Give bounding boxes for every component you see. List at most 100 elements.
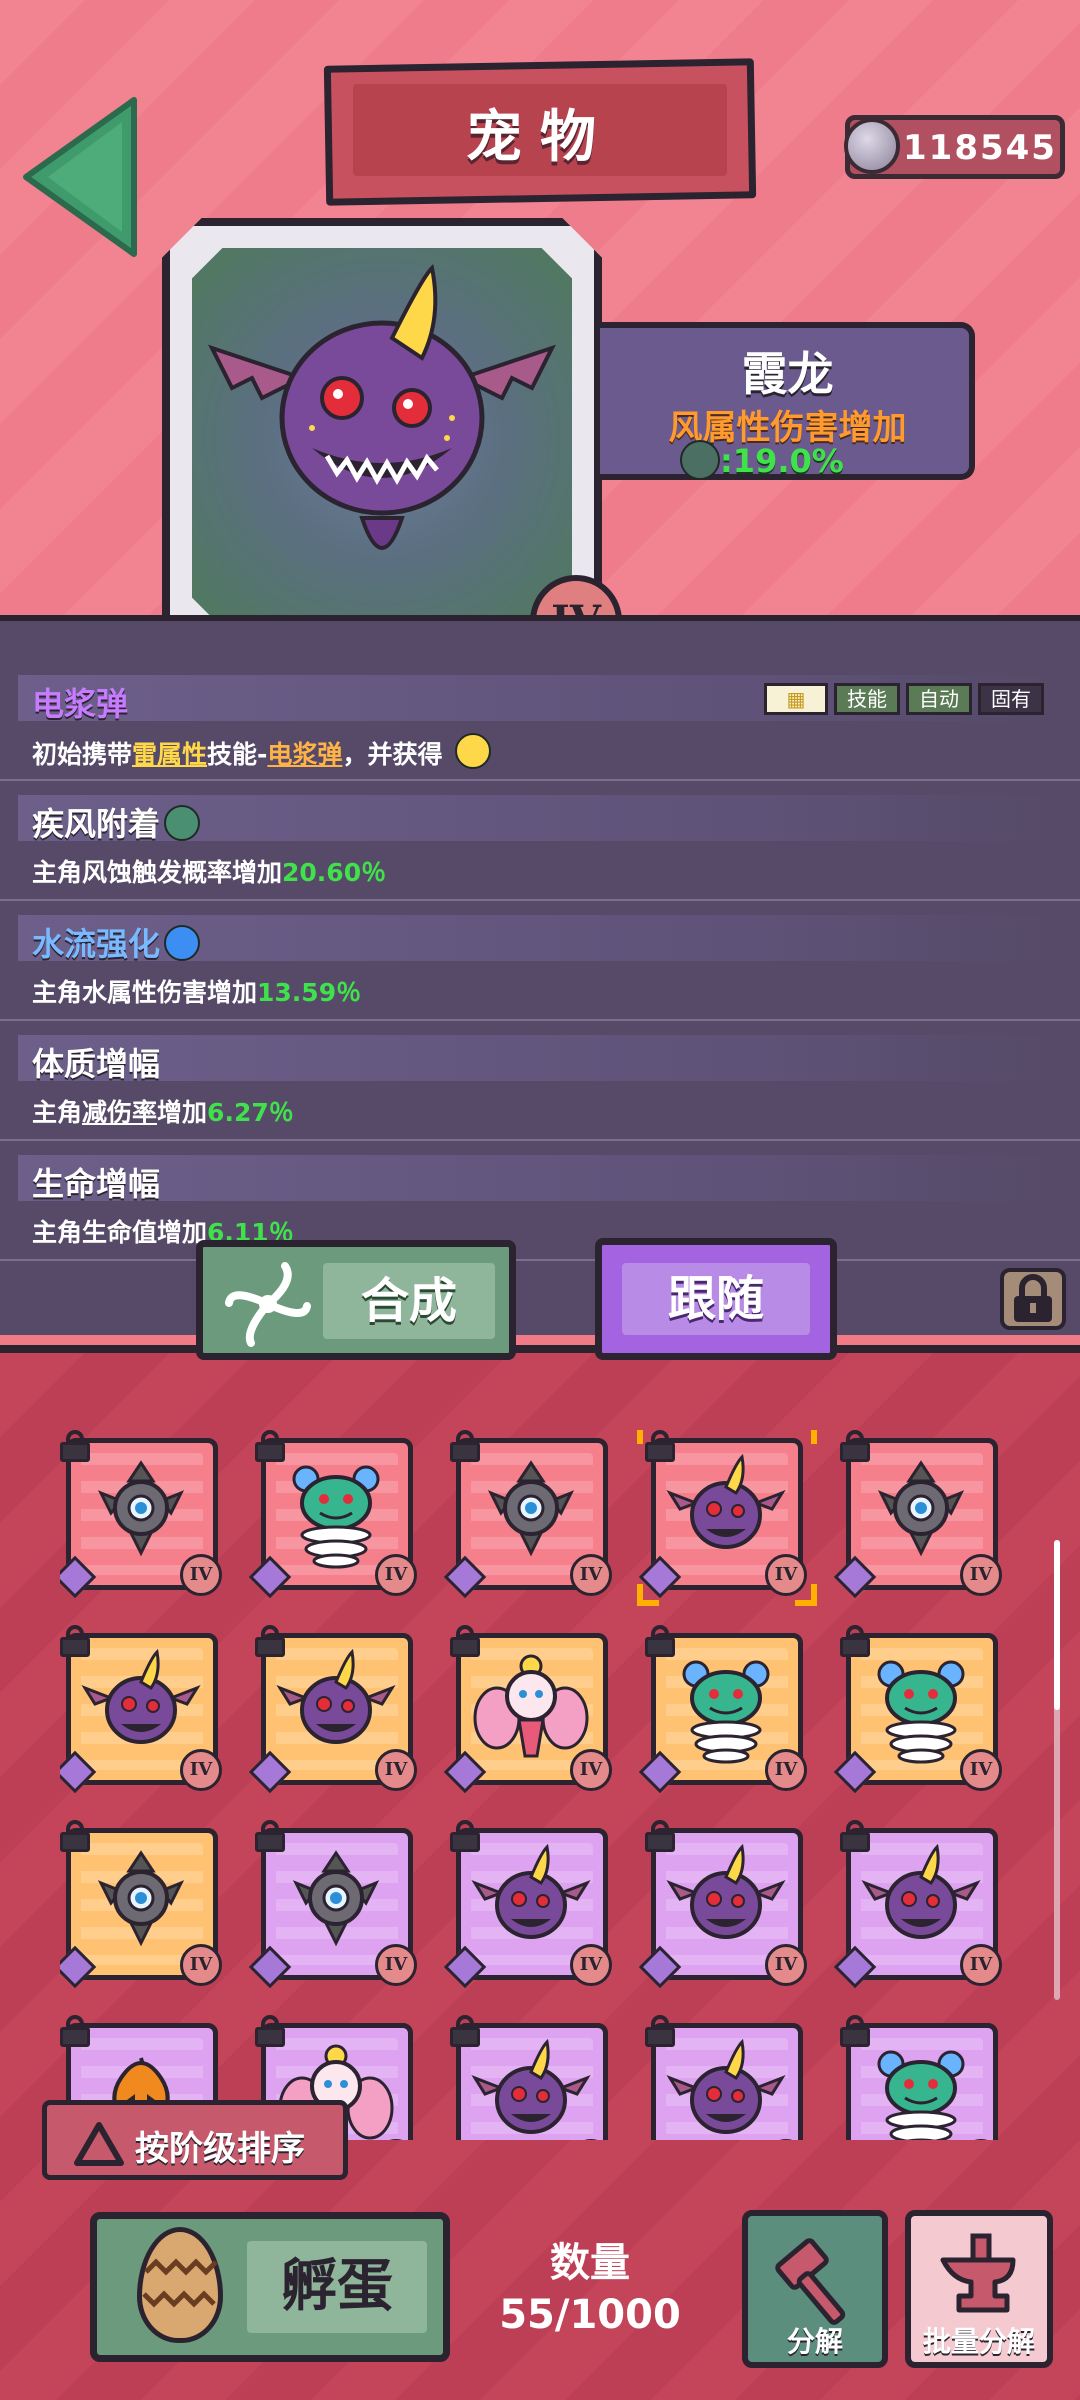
padlock-icon	[840, 2015, 870, 2047]
pet-grid: IVIVIVIVIVIVIVIVIVIVIVIVIVIVIVIVIVIVIVIV	[60, 1430, 1020, 2140]
pet-card[interactable]: IV	[833, 1820, 1002, 1989]
skill-description: 初始携带雷属性技能-电浆弹，并获得	[32, 733, 492, 771]
dragon-pet-icon	[666, 2038, 786, 2140]
skill-title: 疾风附着	[32, 799, 201, 845]
padlock-icon	[450, 2015, 480, 2047]
pet-card[interactable]: IV	[833, 1625, 1002, 1794]
water-element-icon	[164, 925, 201, 961]
skill-title-text: 疾风附着	[32, 805, 161, 843]
drone-pet-icon	[276, 1843, 396, 1957]
skill-description: 主角水属性伤害增加13.59％	[32, 973, 361, 1009]
back-arrow-icon	[23, 97, 137, 257]
pet-name: 霞龙	[741, 347, 834, 401]
back-button[interactable]	[14, 92, 144, 262]
pet-card[interactable]: IV	[443, 1430, 612, 1599]
warning-triangle-icon	[74, 2122, 124, 2166]
batch-decompose-button[interactable]: 批量分解	[905, 2210, 1053, 2368]
compose-label: 合成	[323, 1263, 495, 1339]
desc-text: ，并获得	[342, 740, 443, 769]
desc-text: 增加	[157, 1098, 208, 1127]
rank-badge: IV	[375, 1749, 417, 1791]
padlock-icon	[450, 1820, 480, 1852]
skill-description: 主角风蚀触发概率增加20.60％	[32, 853, 386, 889]
pet-card[interactable]: IV	[638, 1820, 807, 1989]
currency-display: 118545	[844, 115, 1065, 179]
egg-icon	[137, 2227, 223, 2343]
rank-badge: IV	[960, 1944, 1002, 1986]
pet-card[interactable]: IV	[450, 2015, 612, 2140]
fairy-pet-icon	[471, 1648, 591, 1772]
padlock-icon	[840, 1430, 870, 1462]
rank-badge: IV	[570, 1554, 612, 1596]
padlock-icon	[255, 1820, 285, 1852]
desc-text: 主角水属性伤害增加	[32, 978, 258, 1007]
lock-button[interactable]	[1000, 1268, 1066, 1330]
rank-badge: IV	[570, 1944, 612, 1986]
skill-row: 生命增幅 主角生命值增加6.11％	[0, 1141, 1080, 1261]
padlock-icon	[60, 1820, 90, 1852]
pet-card[interactable]: IV	[443, 1625, 612, 1794]
spring-pet-icon	[276, 1453, 396, 1577]
compose-button[interactable]: 合成	[196, 1240, 516, 1360]
pet-card[interactable]: IV	[60, 1430, 222, 1599]
follow-button[interactable]: 跟随	[595, 1238, 837, 1360]
pet-card[interactable]: IV	[645, 2015, 807, 2140]
pet-card[interactable]: IV	[248, 1820, 417, 1989]
dragon-pet-icon	[471, 1843, 591, 1957]
spring-pet-icon	[666, 1648, 786, 1772]
pet-card[interactable]: IV	[60, 1625, 222, 1794]
pet-card[interactable]: IV	[248, 1625, 417, 1794]
desc-text: 主角风蚀触发概率增加	[32, 858, 283, 887]
batch-decompose-label: 批量分解	[922, 2325, 1035, 2358]
title-banner: 宠物	[323, 58, 757, 212]
pet-card[interactable]: IV	[833, 1430, 1002, 1599]
padlock-icon	[60, 1430, 90, 1462]
hatch-label: 孵蛋	[247, 2241, 427, 2333]
padlock-icon	[840, 1820, 870, 1852]
pet-card[interactable]: IV	[638, 1625, 807, 1794]
decompose-button[interactable]: 分解	[742, 2210, 888, 2368]
padlock-icon	[60, 2015, 90, 2047]
skills-panel: 电浆弹 ▦ 技能 自动 固有 初始携带雷属性技能-电浆弹，并获得 疾风附着 主角…	[0, 615, 1080, 1335]
count-value: 55/1000	[499, 2292, 681, 2338]
tag-auto: 自动	[906, 683, 972, 715]
padlock-icon	[1014, 1274, 1052, 1322]
dragon-pet-icon	[861, 1843, 981, 1957]
skill-header: 生命增幅	[18, 1155, 1064, 1203]
padlock-icon	[255, 1625, 285, 1657]
skill-row: 体质增幅 主角减伤率增加6.27％	[0, 1021, 1080, 1141]
hammer-icon	[775, 2238, 846, 2325]
dragon-pet-icon	[666, 1843, 786, 1957]
rank-badge: IV	[570, 1749, 612, 1791]
gear-coin-icon	[844, 118, 900, 174]
pet-card[interactable]: IV	[637, 1430, 817, 1606]
dragon-pet-icon	[81, 1648, 201, 1762]
portrait-background	[192, 248, 572, 628]
rank-badge: IV	[765, 1749, 807, 1791]
pet-card[interactable]: IV	[248, 1430, 417, 1599]
anvil-icon	[940, 2233, 1016, 2313]
sort-by-rank-button[interactable]: 按阶级排序	[42, 2100, 348, 2180]
desc-value: 13.59％	[257, 978, 362, 1007]
skill-header: 电浆弹 ▦ 技能 自动 固有	[18, 675, 1064, 723]
rank-badge: IV	[375, 1944, 417, 1986]
skill-row: 水流强化 主角水属性伤害增加13.59％	[0, 901, 1080, 1021]
skill-row: 电浆弹 ▦ 技能 自动 固有 初始携带雷属性技能-电浆弹，并获得	[0, 661, 1080, 781]
tag-inherent: 固有	[978, 683, 1044, 715]
dragon-pet-icon	[276, 1648, 396, 1762]
skill-title: 水流强化	[32, 919, 201, 965]
pet-card[interactable]: IV	[840, 2015, 1002, 2140]
hatch-button[interactable]: 孵蛋	[90, 2212, 450, 2362]
dragon-pet-icon	[471, 2038, 591, 2140]
scrollbar-thumb[interactable]	[1054, 1540, 1060, 1710]
pet-card[interactable]: IV	[443, 1820, 612, 1989]
rank-badge: IV	[960, 1554, 1002, 1596]
skill-description: 主角减伤率增加6.27％	[32, 1093, 294, 1129]
desc-text: 初始携带	[32, 740, 133, 769]
pet-card[interactable]: IV	[60, 1820, 222, 1989]
rank-badge: IV	[180, 1554, 222, 1596]
pet-effect-value: :19.0%	[720, 442, 844, 480]
padlock-icon	[450, 1625, 480, 1657]
skill-tags: ▦ 技能 自动 固有	[764, 683, 1044, 715]
wind-element-icon	[680, 440, 720, 480]
